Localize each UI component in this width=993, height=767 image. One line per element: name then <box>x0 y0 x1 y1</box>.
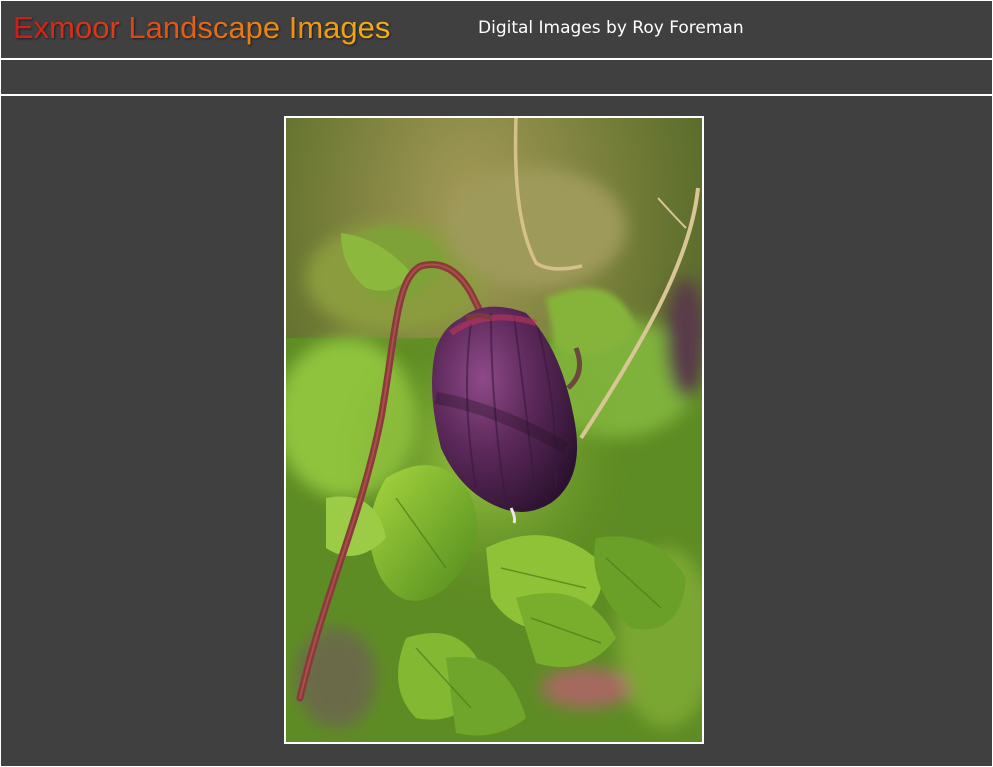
nav-divider <box>1 94 992 96</box>
flower-bud-image <box>286 118 702 742</box>
site-subtitle: Digital Images by Roy Foreman <box>478 18 744 38</box>
main-photo <box>284 116 704 744</box>
page-frame: Exmoor Landscape Images Digital Images b… <box>1 1 992 766</box>
site-title: Exmoor Landscape Images <box>13 10 391 45</box>
nav-bar <box>1 60 992 94</box>
site-header: Exmoor Landscape Images Digital Images b… <box>1 1 992 58</box>
